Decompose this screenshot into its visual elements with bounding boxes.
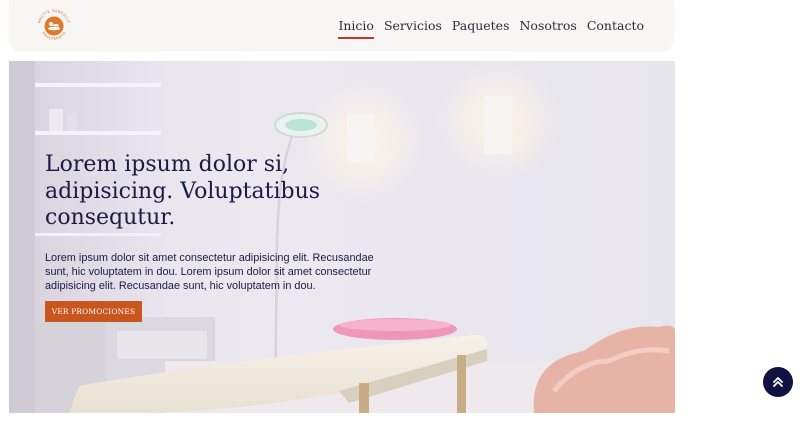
double-chevron-up-icon (773, 377, 783, 387)
nav-item-servicios[interactable]: Servicios (384, 18, 442, 33)
spa-logo-icon[interactable]: AMETTE GABRIELLE MASOTERAPIA (35, 7, 73, 45)
hero-title: Lorem ipsum dolor si, adipisicing. Volup… (45, 152, 321, 230)
massage-room-photo (9, 61, 675, 413)
nav-item-contacto[interactable]: Contacto (587, 18, 644, 33)
nav-item-inicio[interactable]: Inicio (338, 18, 374, 39)
nav-item-paquetes[interactable]: Paquetes (452, 18, 510, 33)
scroll-top-button[interactable] (763, 367, 793, 397)
site-header: AMETTE GABRIELLE MASOTERAPIA Inicio Serv… (9, 0, 674, 50)
main-nav: Inicio Servicios Paquetes Nosotros Conta… (338, 18, 644, 39)
nav-item-nosotros[interactable]: Nosotros (519, 18, 576, 33)
hero-section: Lorem ipsum dolor si, adipisicing. Volup… (9, 61, 675, 413)
hero-description: Lorem ipsum dolor sit amet consectetur a… (45, 252, 374, 292)
ver-promociones-button[interactable]: VER PROMOCIONES (45, 301, 142, 322)
